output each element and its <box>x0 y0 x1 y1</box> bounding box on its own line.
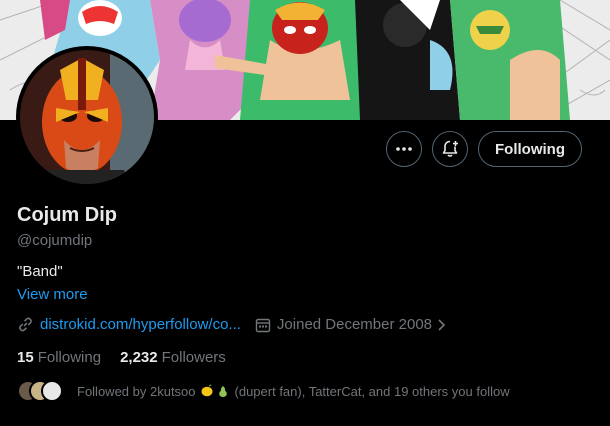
view-more-link[interactable]: View more <box>17 286 88 303</box>
followers-label: Followers <box>161 349 226 366</box>
following-label: Following <box>37 349 102 366</box>
followed-by-prefix: Followed by 2kutsoo <box>77 383 196 399</box>
followers-stat[interactable]: 2,232 Followers <box>120 349 226 366</box>
lemon-emoji-icon <box>201 384 213 397</box>
following-stat[interactable]: 15 Following <box>17 349 101 366</box>
bell-plus-icon <box>442 140 459 157</box>
profile-meta: distrokid.com/hyperfollow/co... Joined D… <box>17 316 448 333</box>
calendar-icon <box>255 318 271 332</box>
profile-avatar[interactable] <box>16 46 158 188</box>
notifications-button[interactable] <box>432 131 469 167</box>
following-button[interactable]: Following <box>478 131 582 167</box>
mutual-avatar <box>41 380 63 402</box>
profile-actions: Following <box>386 131 582 167</box>
profile-website-link[interactable]: distrokid.com/hyperfollow/co... <box>40 316 241 333</box>
profile-name: Cojum Dip <box>17 204 117 226</box>
following-count: 15 <box>17 349 34 366</box>
chevron-right-icon[interactable] <box>436 318 448 332</box>
profile-handle: @cojumdip <box>17 232 93 249</box>
link-icon <box>19 317 32 332</box>
followers-count: 2,232 <box>120 349 158 366</box>
followed-by-suffix: (dupert fan), TatterCat, and 19 others y… <box>234 383 510 399</box>
avatar-image <box>20 50 154 184</box>
followed-by[interactable]: Followed by 2kutsoo (dupert fan), Tatter… <box>17 378 510 404</box>
mutual-avatars <box>17 378 69 404</box>
more-button[interactable] <box>386 131 423 167</box>
pear-emoji-icon <box>218 386 227 397</box>
profile-bio: "Band" <box>17 263 63 280</box>
joined-date: Joined December 2008 <box>276 316 433 333</box>
more-icon <box>396 147 412 151</box>
follow-stats: 15 Following 2,232 Followers <box>17 349 226 366</box>
